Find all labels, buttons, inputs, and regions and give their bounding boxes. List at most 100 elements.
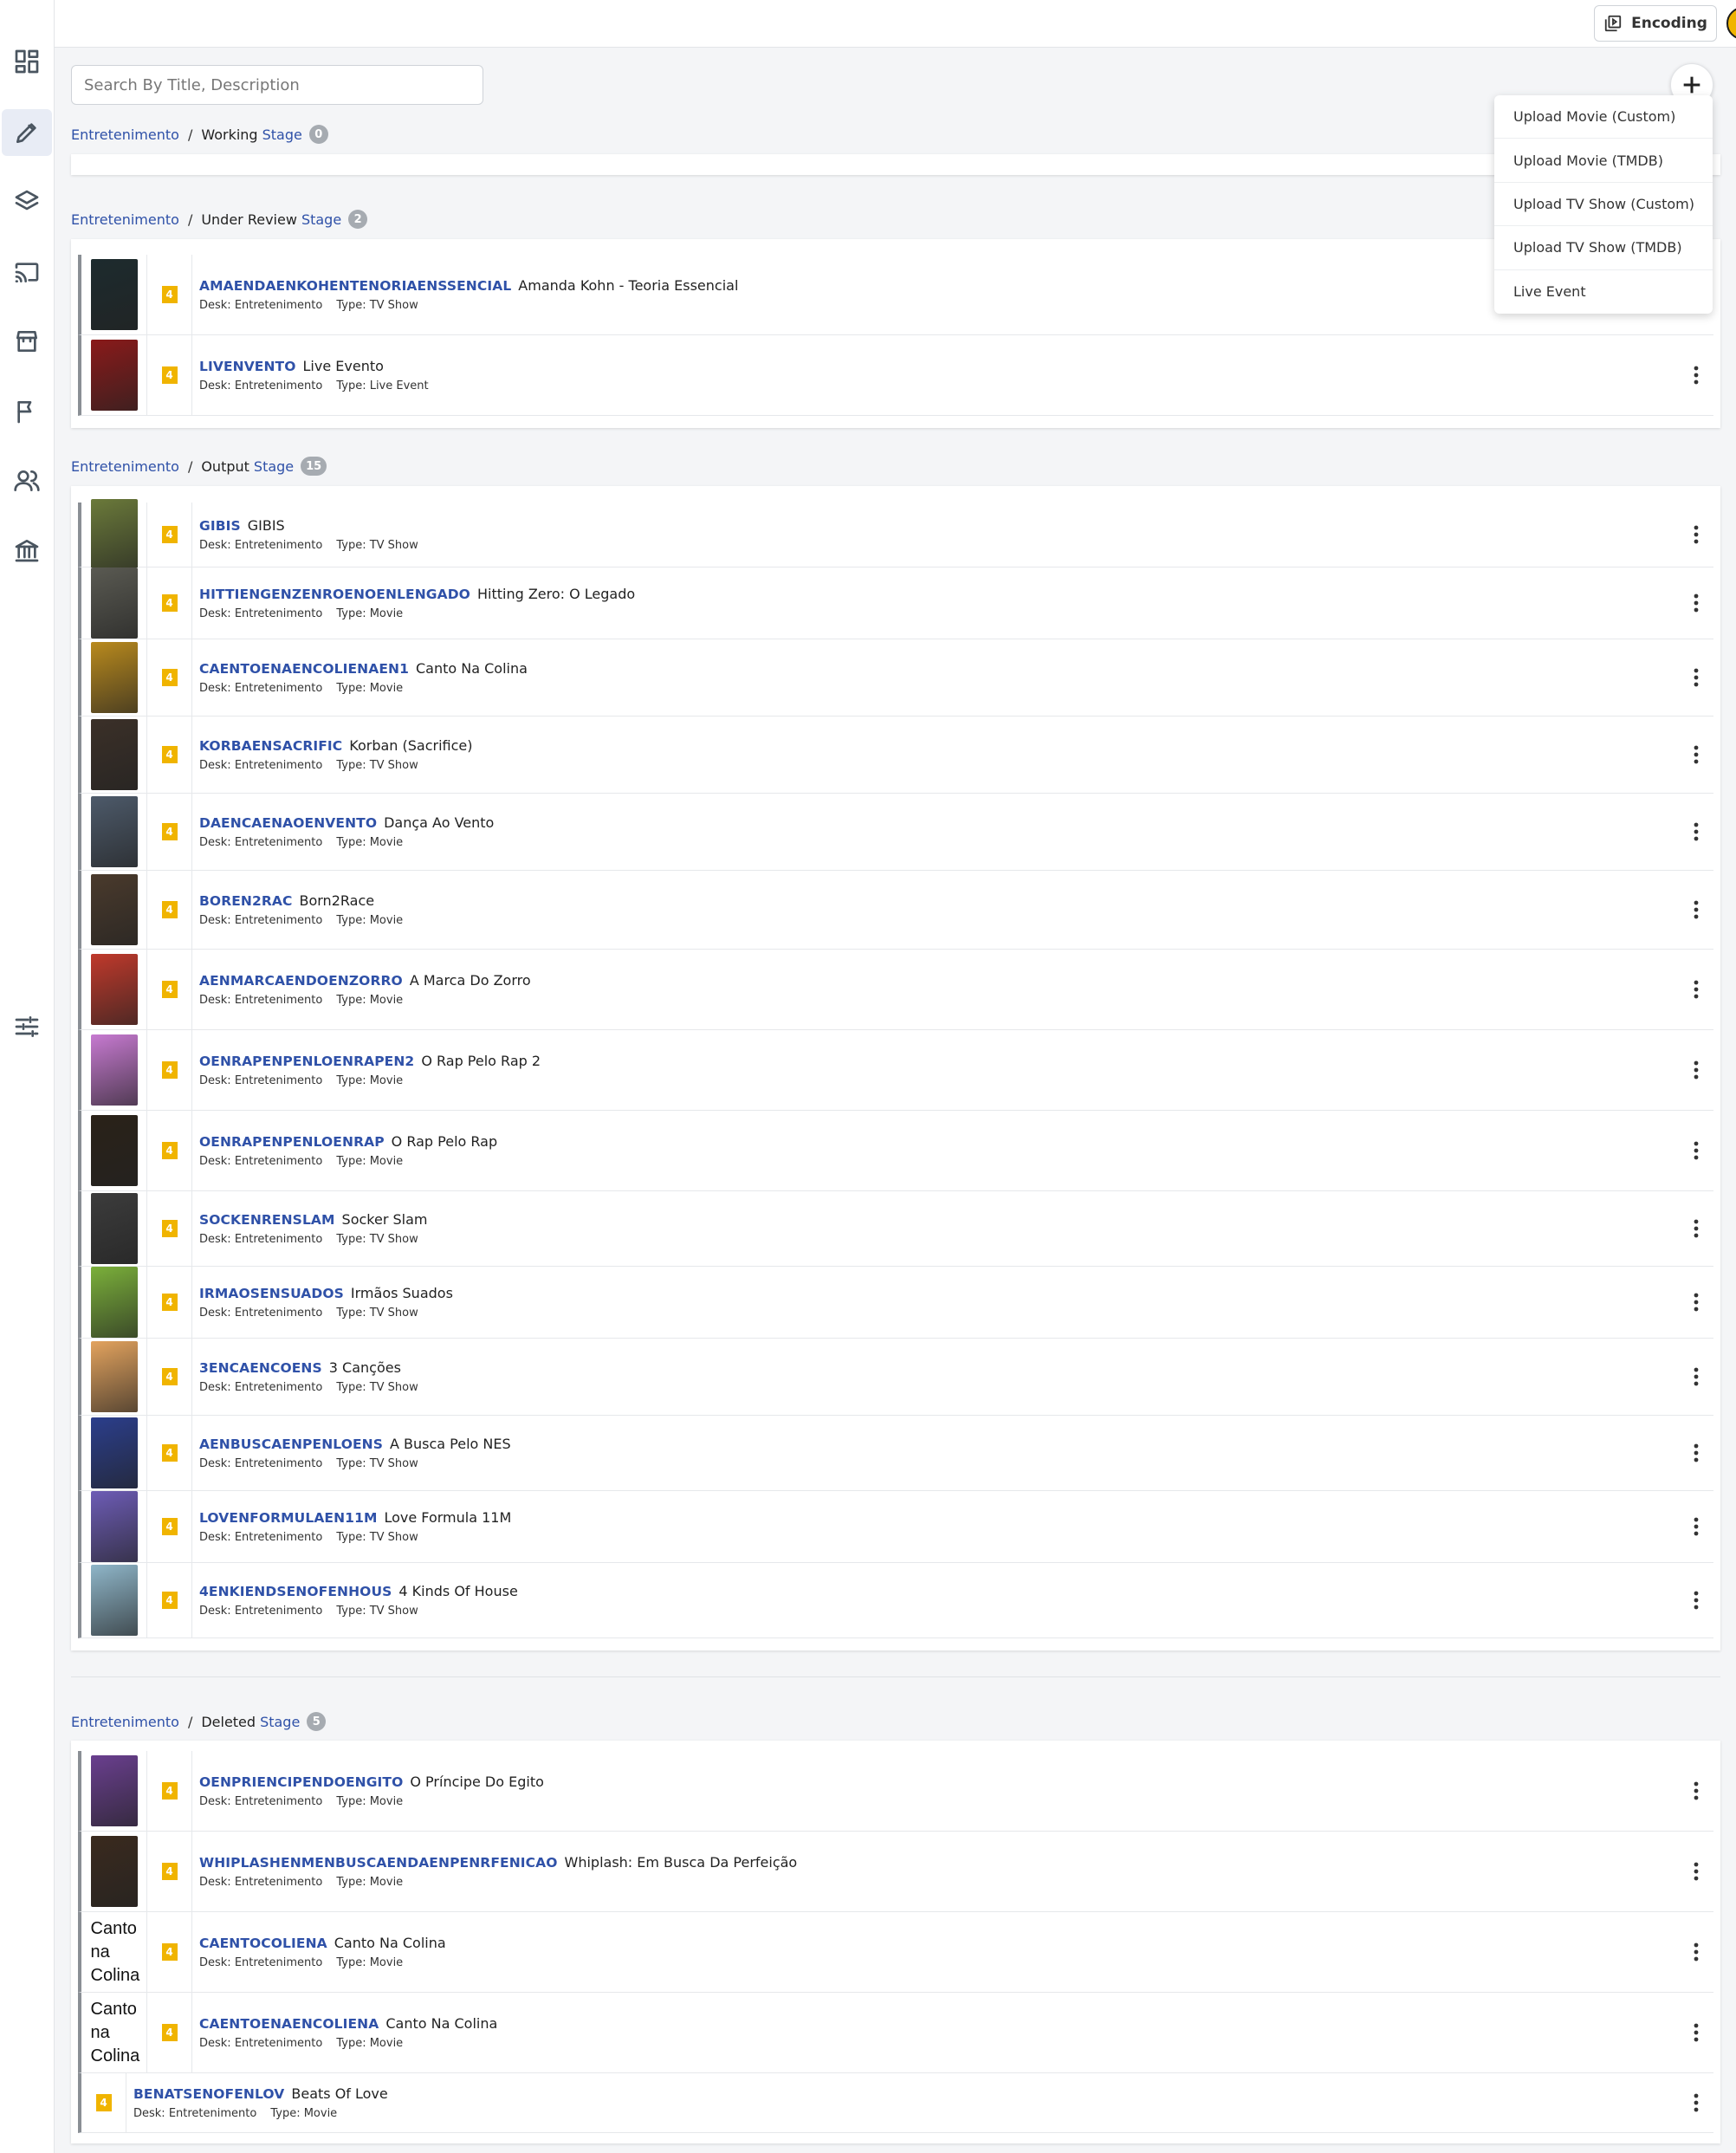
content-row[interactable]: Canto na Colina 4 CAENTOENAENCOLIENA Canto … [78,1993,1713,2073]
sidebar-item-store[interactable] [2,318,52,365]
item-slug-link[interactable]: LOVENFORMULAEN11M [199,1510,377,1526]
content-row[interactable]: 4 AENMARCAENDOENZORRO A Marca Do Zorro Desk… [78,950,1713,1030]
content-row[interactable]: 4 OENPRIENCIPENDOENGITO O Príncipe Do Egit… [78,1751,1713,1832]
poster-thumbnail[interactable] [90,567,138,639]
more-options-button[interactable] [1679,1993,1713,2072]
poster-thumbnail[interactable] [90,1491,138,1562]
item-slug-link[interactable]: AMAENDAENKOHENTENORIAENSSENCIAL [199,278,511,294]
poster-thumbnail[interactable] [90,954,138,1025]
poster-thumbnail[interactable] [90,1341,138,1412]
content-row[interactable]: Canto na Colina 4 CAENTOCOLIENA Canto Na Co… [78,1912,1713,1993]
sidebar-item-editor[interactable] [2,109,52,156]
poster-thumbnail[interactable] [90,1417,138,1488]
menu-item-upload-movie-custom[interactable]: Upload Movie (Custom) [1494,95,1713,139]
content-row[interactable]: 4 HITTIENGENZENROENOENLENGADO Hitting Zero… [78,567,1713,639]
poster-thumbnail[interactable] [90,1193,138,1264]
more-options-button[interactable] [1679,567,1713,639]
poster-thumbnail[interactable] [90,796,138,867]
poster-thumbnail[interactable] [90,340,138,411]
content-row[interactable]: 4 KORBAENSACRIFIC Korban (Sacrifice) Desk: … [78,717,1713,794]
item-slug-link[interactable]: OENPRIENCIPENDOENGITO [199,1774,403,1790]
content-row[interactable]: 4 LOVENFORMULAEN11M Love Formula 11M Desk: … [78,1491,1713,1563]
sidebar-item-dashboard[interactable] [2,38,52,85]
content-row[interactable]: 4 OENRAPENPENLOENRAPEN2 O Rap Pelo Rap 2 De… [78,1030,1713,1111]
content-row[interactable]: 4 3ENCAENCOENS 3 Canções Desk: Entretenimen… [78,1339,1713,1416]
more-options-button[interactable] [1679,1191,1713,1266]
item-slug-link[interactable]: OENRAPENPENLOENRAP [199,1134,385,1150]
more-options-button[interactable] [1679,503,1713,567]
content-row[interactable]: 4 GIBIS GIBIS Desk: Entretenimento Type: TV … [78,499,1713,570]
item-slug-link[interactable]: CAENTOENAENCOLIENA [199,2016,379,2032]
content-row[interactable]: 4 LIVENVENTO Live Evento Desk: Entretenimen… [78,335,1713,416]
content-row[interactable]: 4 OENRAPENPENLOENRAP O Rap Pelo Rap Desk: E… [78,1111,1713,1191]
sidebar-item-users[interactable] [2,457,52,504]
poster-thumbnail[interactable] [90,719,138,790]
poster-thumbnail[interactable] [90,1565,138,1636]
menu-item-upload-movie-tmdb[interactable]: Upload Movie (TMDB) [1494,139,1713,183]
item-slug-link[interactable]: HITTIENGENZENROENOENLENGADO [199,587,470,602]
breadcrumb-desk-link[interactable]: Entretenimento [71,126,179,143]
content-row[interactable]: 4 DAENCAENAOENVENTO Dança Ao Vento Desk: En… [78,794,1713,871]
sidebar-item-cast[interactable] [2,249,52,295]
breadcrumb-desk-link[interactable]: Entretenimento [71,458,179,475]
content-row[interactable]: 4 AMAENDAENKOHENTENORIAENSSENCIAL Amanda K… [78,255,1713,335]
item-slug-link[interactable]: IRMAOSENSUADOS [199,1286,344,1301]
content-row[interactable]: 4 AENBUSCAENPENLOENS A Busca Pelo NES Desk:… [78,1416,1713,1491]
more-options-button[interactable] [1679,1111,1713,1190]
encoding-button[interactable]: Encoding [1594,5,1717,42]
content-row[interactable]: 4 IRMAOSENSUADOS Irmãos Suados Desk: Entret… [78,1267,1713,1339]
content-row[interactable]: 4 BENATSENOFENLOV Beats Of Love Desk: Entre… [78,2073,1713,2133]
more-options-button[interactable] [1679,335,1713,415]
item-slug-link[interactable]: AENMARCAENDOENZORRO [199,973,403,989]
more-options-button[interactable] [1679,1563,1713,1637]
avatar[interactable]: B [1726,7,1736,40]
poster-thumbnail[interactable] [90,1755,138,1826]
item-slug-link[interactable]: WHIPLASHENMENBUSCAENDAENPENRFENICAO [199,1855,558,1871]
item-slug-link[interactable]: BENATSENOFENLOV [133,2086,284,2102]
item-slug-link[interactable]: 3ENCAENCOENS [199,1360,322,1376]
item-slug-link[interactable]: GIBIS [199,518,241,534]
menu-item-live-event[interactable]: Live Event [1494,270,1713,314]
item-slug-link[interactable]: CAENTOCOLIENA [199,1936,327,1951]
more-options-button[interactable] [1679,950,1713,1029]
menu-item-upload-tv-show-custom[interactable]: Upload TV Show (Custom) [1494,183,1713,227]
poster-thumbnail[interactable] [90,1267,138,1338]
breadcrumb-desk-link[interactable]: Entretenimento [71,1714,179,1730]
more-options-button[interactable] [1679,2073,1713,2132]
sidebar-item-settings[interactable] [2,1003,52,1050]
more-options-button[interactable] [1679,871,1713,949]
poster-thumbnail[interactable] [90,499,138,570]
menu-item-upload-tv-show-tmdb[interactable]: Upload TV Show (TMDB) [1494,226,1713,270]
poster-thumbnail[interactable] [90,874,138,945]
content-row[interactable]: 4 4ENKIENDSENOFENHOUS 4 Kinds Of House Desk… [78,1563,1713,1638]
item-slug-link[interactable]: KORBAENSACRIFIC [199,738,342,754]
more-options-button[interactable] [1679,794,1713,870]
item-slug-link[interactable]: 4ENKIENDSENOFENHOUS [199,1584,392,1599]
item-slug-link[interactable]: CAENTOENAENCOLIENAEN1 [199,661,409,677]
more-options-button[interactable] [1679,717,1713,793]
content-row[interactable]: 4 CAENTOENAENCOLIENAEN1 Canto Na Colina Des… [78,639,1713,717]
content-row[interactable]: 4 WHIPLASHENMENBUSCAENDAENPENRFENICAO Whip… [78,1832,1713,1912]
item-slug-link[interactable]: SOCKENRENSLAM [199,1212,335,1228]
item-slug-link[interactable]: OENRAPENPENLOENRAPEN2 [199,1054,414,1069]
poster-thumbnail[interactable] [90,259,138,330]
more-options-button[interactable] [1679,639,1713,716]
breadcrumb-desk-link[interactable]: Entretenimento [71,211,179,228]
item-slug-link[interactable]: LIVENVENTO [199,359,296,374]
sidebar-item-flag[interactable] [2,388,52,435]
item-slug-link[interactable]: BOREN2RAC [199,893,292,909]
more-options-button[interactable] [1679,1030,1713,1110]
more-options-button[interactable] [1679,1491,1713,1562]
more-options-button[interactable] [1679,1832,1713,1911]
poster-thumbnail[interactable] [90,1836,138,1907]
item-slug-link[interactable]: AENBUSCAENPENLOENS [199,1436,383,1452]
more-options-button[interactable] [1679,1339,1713,1415]
poster-thumbnail[interactable] [90,1034,138,1106]
more-options-button[interactable] [1679,1416,1713,1490]
content-row[interactable]: 4 SOCKENRENSLAM Socker Slam Desk: Entreteni… [78,1191,1713,1267]
search-input[interactable] [71,65,483,105]
item-slug-link[interactable]: DAENCAENAOENVENTO [199,815,377,831]
more-options-button[interactable] [1679,1751,1713,1831]
sidebar-item-layers[interactable] [2,178,52,225]
more-options-button[interactable] [1679,1267,1713,1338]
